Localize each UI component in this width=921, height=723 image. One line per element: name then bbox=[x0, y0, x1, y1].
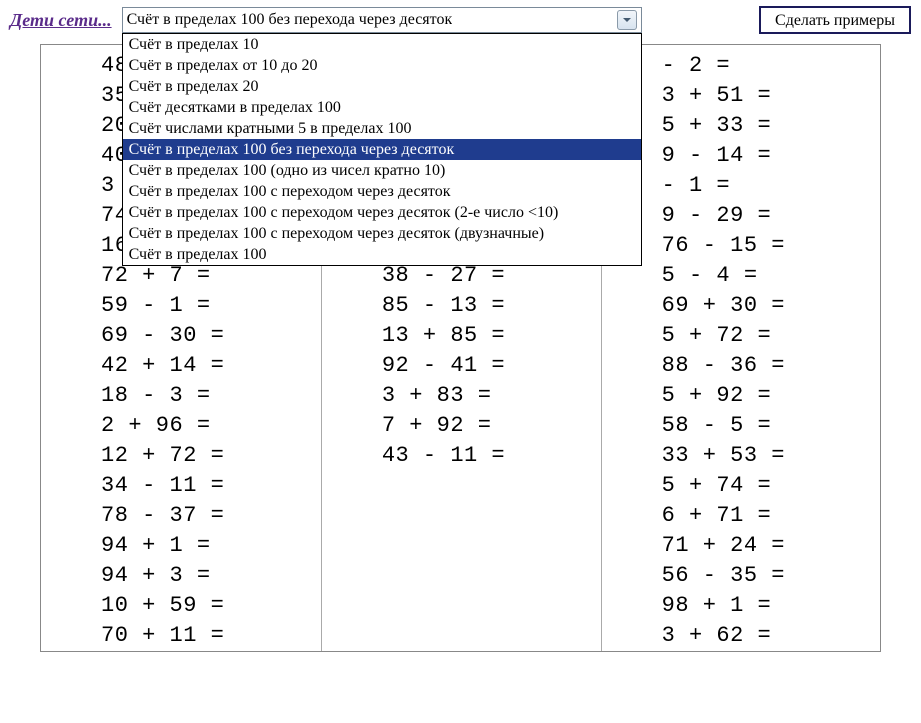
mode-option[interactable]: Счёт в пределах 100 с переходом через де… bbox=[123, 181, 641, 202]
problem-row: 94 + 1 = bbox=[101, 531, 300, 561]
problem-row: 71 + 24 = bbox=[662, 531, 860, 561]
mode-select-closed[interactable]: Счёт в пределах 100 без перехода через д… bbox=[122, 7, 642, 33]
site-link[interactable]: Дети сети... bbox=[10, 10, 112, 31]
mode-option[interactable]: Счёт в пределах 100 (одно из чисел кратн… bbox=[123, 160, 641, 181]
chevron-down-icon[interactable] bbox=[617, 10, 637, 30]
problem-row: 13 + 85 = bbox=[382, 321, 580, 351]
problem-row: 3 + 83 = bbox=[382, 381, 580, 411]
top-bar: Дети сети... Счёт в пределах 100 без пер… bbox=[10, 6, 911, 34]
problem-row: 43 - 11 = bbox=[382, 441, 580, 471]
problem-row: - 1 = bbox=[662, 171, 860, 201]
problem-row: 9 - 14 = bbox=[662, 141, 860, 171]
problem-row: 3 + 62 = bbox=[662, 621, 860, 651]
problem-row: 42 + 14 = bbox=[101, 351, 300, 381]
mode-option[interactable]: Счёт в пределах 100 bbox=[123, 244, 641, 265]
problem-row: 59 - 1 = bbox=[101, 291, 300, 321]
problem-row: 9 - 29 = bbox=[662, 201, 860, 231]
problem-row: 5 + 74 = bbox=[662, 471, 860, 501]
problem-row: 69 - 30 = bbox=[101, 321, 300, 351]
problem-row: 70 + 11 = bbox=[101, 621, 300, 651]
mode-option[interactable]: Счёт в пределах 100 с переходом через де… bbox=[123, 202, 641, 223]
problem-row: 98 + 1 = bbox=[662, 591, 860, 621]
mode-option[interactable]: Счёт в пределах 100 без перехода через д… bbox=[123, 139, 641, 160]
problem-row: 88 - 36 = bbox=[662, 351, 860, 381]
mode-select-value: Счёт в пределах 100 без перехода через д… bbox=[127, 9, 453, 31]
mode-dropdown[interactable]: Счёт в пределах 10Счёт в пределах от 10 … bbox=[122, 33, 642, 266]
problem-row: 5 - 4 = bbox=[662, 261, 860, 291]
problem-row: 6 + 71 = bbox=[662, 501, 860, 531]
mode-option[interactable]: Счёт в пределах 100 с переходом через де… bbox=[123, 223, 641, 244]
problem-row: - 2 = bbox=[662, 51, 860, 81]
mode-option[interactable]: Счёт в пределах 10 bbox=[123, 34, 641, 55]
problem-row: 56 - 35 = bbox=[662, 561, 860, 591]
problem-row: 34 - 11 = bbox=[101, 471, 300, 501]
problem-row: 76 - 15 = bbox=[662, 231, 860, 261]
problem-row: 10 + 59 = bbox=[101, 591, 300, 621]
mode-option[interactable]: Счёт числами кратными 5 в пределах 100 bbox=[123, 118, 641, 139]
mode-select[interactable]: Счёт в пределах 100 без перехода через д… bbox=[122, 7, 642, 33]
problem-row: 5 + 92 = bbox=[662, 381, 860, 411]
mode-option[interactable]: Счёт десятками в пределах 100 bbox=[123, 97, 641, 118]
problem-row: 7 + 92 = bbox=[382, 411, 580, 441]
generate-button[interactable]: Сделать примеры bbox=[759, 6, 911, 34]
problem-row: 94 + 3 = bbox=[101, 561, 300, 591]
problem-row: 78 - 37 = bbox=[101, 501, 300, 531]
problem-row: 92 - 41 = bbox=[382, 351, 580, 381]
problem-row: 58 - 5 = bbox=[662, 411, 860, 441]
mode-option[interactable]: Счёт в пределах от 10 до 20 bbox=[123, 55, 641, 76]
problem-row: 5 + 33 = bbox=[662, 111, 860, 141]
problem-row: 85 - 13 = bbox=[382, 291, 580, 321]
problem-row: 12 + 72 = bbox=[101, 441, 300, 471]
problem-column-3: - 2 =3 + 51 =5 + 33 =9 - 14 =- 1 =9 - 29… bbox=[601, 51, 880, 651]
problem-row: 2 + 96 = bbox=[101, 411, 300, 441]
mode-option[interactable]: Счёт в пределах 20 bbox=[123, 76, 641, 97]
problem-row: 18 - 3 = bbox=[101, 381, 300, 411]
problem-row: 3 + 51 = bbox=[662, 81, 860, 111]
problem-row: 69 + 30 = bbox=[662, 291, 860, 321]
problem-row: 5 + 72 = bbox=[662, 321, 860, 351]
problem-row: 33 + 53 = bbox=[662, 441, 860, 471]
